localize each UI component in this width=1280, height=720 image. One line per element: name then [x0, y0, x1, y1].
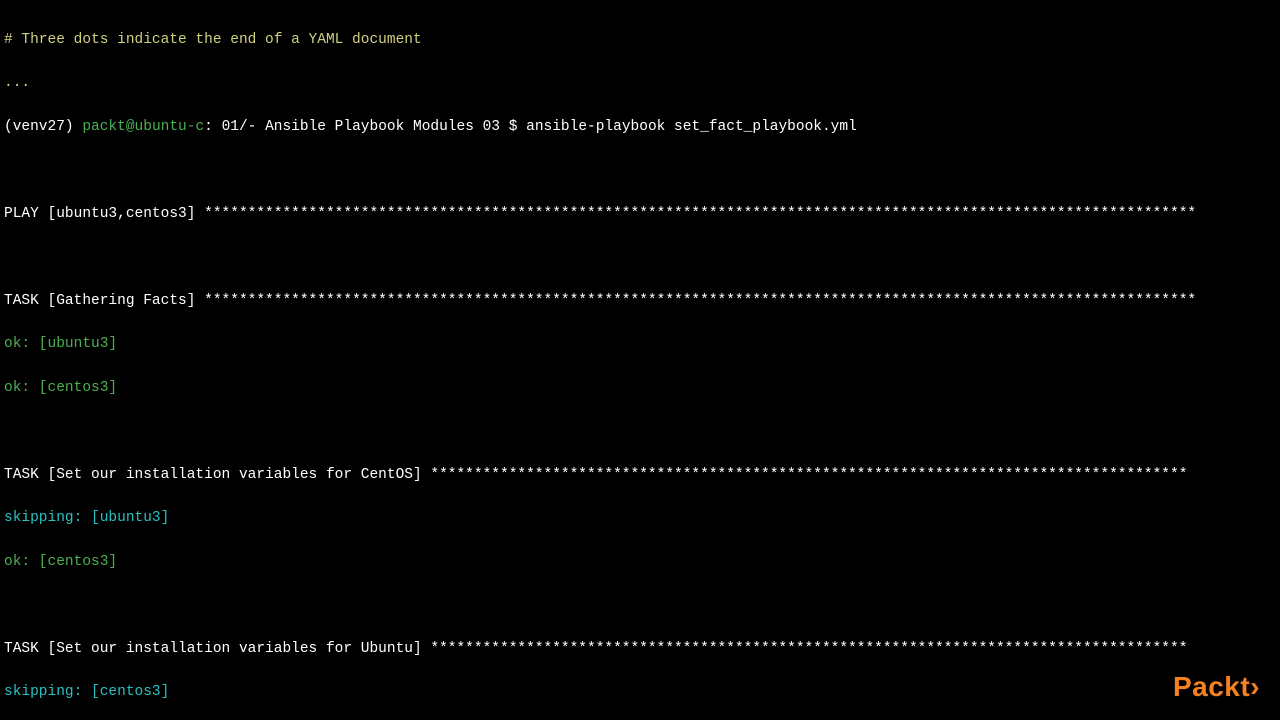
task-label: TASK [Set our installation variables for…	[4, 641, 430, 657]
blank	[4, 247, 1276, 269]
task-centos: TASK [Set our installation variables for…	[4, 465, 1276, 487]
star-rule: ****************************************…	[204, 293, 1196, 309]
task-result: ok: [centos3]	[4, 378, 1276, 400]
task-result: ok: [centos3]	[4, 552, 1276, 574]
blank	[4, 595, 1276, 617]
task-result-skip: skipping: [centos3]	[4, 682, 1276, 704]
prompt-line-1: (venv27) packt@ubuntu-c: 01/- Ansible Pl…	[4, 117, 1276, 139]
star-rule: ****************************************…	[204, 206, 1196, 222]
logo-text: Packt	[1173, 671, 1250, 702]
dollar: $	[500, 119, 526, 135]
command-text: ansible-playbook set_fact_playbook.yml	[526, 119, 857, 135]
terminal-window[interactable]: # Three dots indicate the end of a YAML …	[0, 0, 1280, 720]
yaml-ellipsis: ...	[4, 73, 1276, 95]
task-ubuntu: TASK [Set our installation variables for…	[4, 639, 1276, 661]
task-result: ok: [ubuntu3]	[4, 334, 1276, 356]
task-gathering: TASK [Gathering Facts] *****************…	[4, 291, 1276, 313]
star-rule: ****************************************…	[430, 641, 1187, 657]
yaml-comment: # Three dots indicate the end of a YAML …	[4, 30, 1276, 52]
task-label: TASK [Set our installation variables for…	[4, 467, 430, 483]
blank	[4, 421, 1276, 443]
sep: :	[204, 119, 221, 135]
cwd: 01/- Ansible Playbook Modules 03	[222, 119, 500, 135]
play-label: PLAY [ubuntu3,centos3]	[4, 206, 204, 222]
packt-logo: Packt›	[1173, 666, 1260, 708]
chevron-right-icon: ›	[1250, 671, 1260, 702]
star-rule: ****************************************…	[430, 467, 1187, 483]
user-host: packt@ubuntu-c	[82, 119, 204, 135]
play-header: PLAY [ubuntu3,centos3] *****************…	[4, 204, 1276, 226]
venv: (venv27)	[4, 119, 82, 135]
task-result-skip: skipping: [ubuntu3]	[4, 508, 1276, 530]
blank	[4, 160, 1276, 182]
task-label: TASK [Gathering Facts]	[4, 293, 204, 309]
